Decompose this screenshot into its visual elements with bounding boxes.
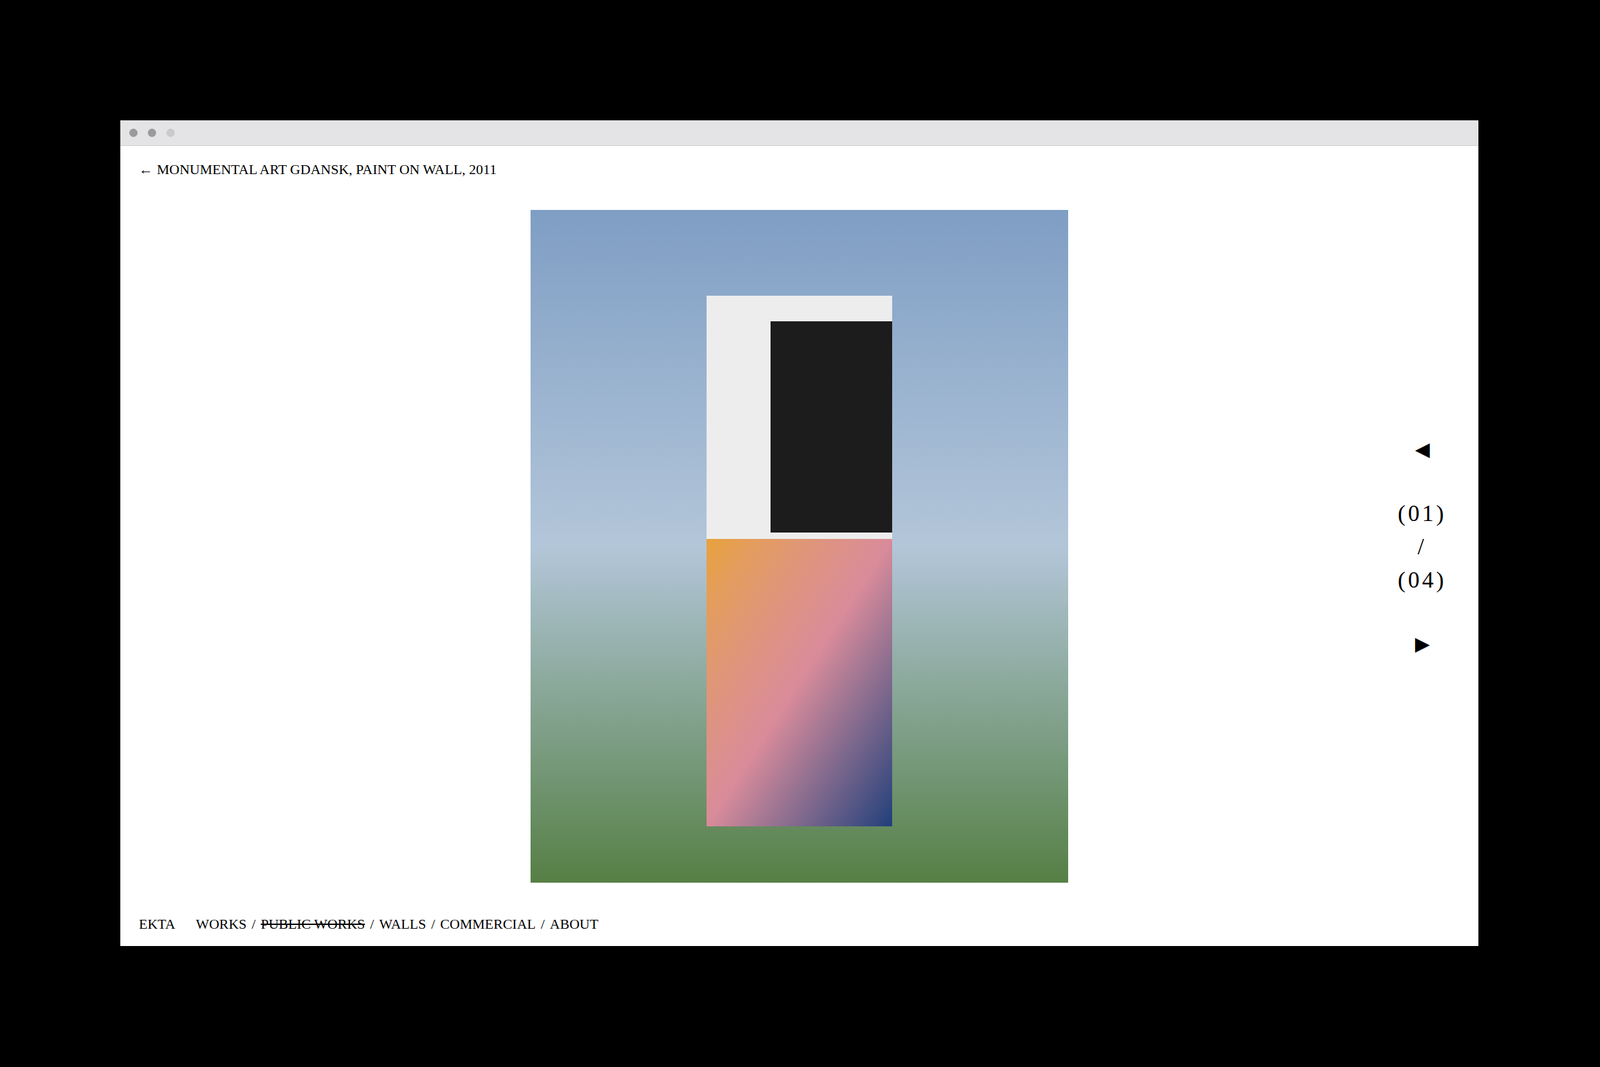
nav-separator: / <box>431 914 436 934</box>
close-dot-icon[interactable] <box>129 128 138 137</box>
pager-column: ◀ (01)/(04) ▶ <box>1396 436 1448 657</box>
header: ←MONUMENTAL ART GDANSK, PAINT ON WALL, 2… <box>120 145 1479 210</box>
brand-link[interactable]: EKTA <box>138 914 176 934</box>
back-arrow-icon[interactable]: ← <box>138 160 153 180</box>
title-bar <box>120 120 1479 146</box>
next-arrow-icon[interactable]: ▶ <box>1415 631 1430 657</box>
browser-window: ←MONUMENTAL ART GDANSK, PAINT ON WALL, 2… <box>120 120 1479 946</box>
minimize-dot-icon[interactable] <box>147 128 157 137</box>
current-index: (01) <box>1397 496 1447 530</box>
nav-link[interactable]: ABOUT <box>549 914 599 934</box>
pager-count: (01)/(04) <box>1397 496 1447 597</box>
previous-arrow-icon[interactable]: ◀ <box>1415 436 1430 463</box>
nav-link[interactable]: COMMERCIAL <box>440 914 536 934</box>
pager: ◀ (01)/(04) ▶ <box>1068 436 1479 657</box>
total-count: (04) <box>1397 563 1447 597</box>
work-title: MONUMENTAL ART GDANSK, PAINT ON WALL, 20… <box>156 160 497 180</box>
nav-link[interactable]: PUBLIC WORKS <box>260 914 365 934</box>
maximize-dot-icon[interactable] <box>166 128 175 137</box>
nav-separator: / <box>540 914 545 934</box>
nav-separator: / <box>251 914 256 934</box>
nav-link[interactable]: WALLS <box>378 914 426 934</box>
footer-nav: EKTAWORKS/PUBLIC WORKS/WALLS/COMMERCIAL/… <box>120 914 1479 934</box>
nav-link[interactable]: WORKS <box>195 914 247 934</box>
nav-separator: / <box>369 914 374 934</box>
artwork-photo <box>530 209 1069 883</box>
pager-separator: / <box>1417 529 1427 564</box>
